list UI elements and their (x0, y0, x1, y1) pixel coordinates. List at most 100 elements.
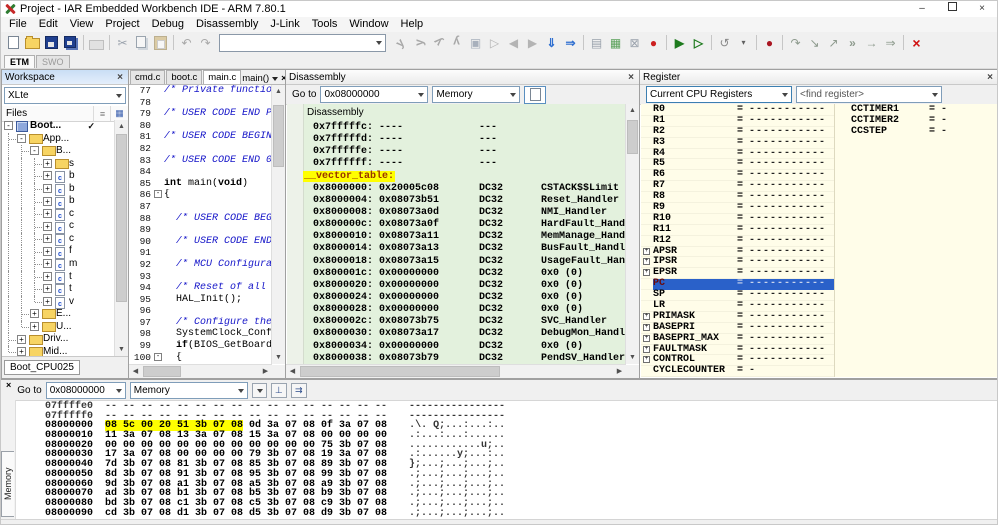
chevron-down-icon[interactable] (272, 77, 278, 81)
expand-plus-icon[interactable]: + (643, 258, 650, 265)
scroll-right-icon[interactable]: ▶ (259, 365, 272, 378)
tree-expand-icon[interactable]: + (43, 247, 52, 256)
tree-item[interactable]: +c (3, 233, 115, 246)
step-over-icon[interactable]: ↷ (787, 34, 804, 51)
expand-plus-icon[interactable]: + (643, 269, 650, 276)
editor-line[interactable]: 99 if(BIOS_GetBoard (130, 340, 272, 352)
editor-line[interactable]: 78 (130, 97, 272, 109)
nav-fork-cursor-icon[interactable]: y (425, 30, 449, 54)
stop-debugging-icon[interactable]: × (908, 34, 925, 51)
disassembly-row[interactable]: 0x8000010: 0x08073a11DC32MemManage_Hand (303, 231, 626, 243)
nav-fork-list-icon[interactable]: y (448, 34, 465, 51)
disassembly-row[interactable]: 0x7ffffff: ------- (303, 158, 626, 170)
tree-item[interactable]: +E... (3, 308, 115, 321)
go-icon[interactable]: ⇒ (882, 34, 899, 51)
tree-expand-icon[interactable]: + (30, 322, 39, 331)
maximize-button[interactable] (937, 1, 967, 17)
run-to-cursor-icon[interactable]: → (863, 34, 880, 51)
memory-side-tab[interactable]: Memory (1, 451, 14, 517)
nav-fork-right-icon[interactable]: y (410, 34, 427, 51)
minimize-button[interactable]: – (907, 1, 937, 17)
editor-line[interactable]: 96 (130, 305, 272, 317)
download-make-icon[interactable]: ⇓ (543, 34, 560, 51)
expand-plus-icon[interactable]: + (643, 346, 650, 353)
editor-line[interactable]: 82 (130, 143, 272, 155)
disassembly-row[interactable]: 0x8000008: 0x08073a0dDC32NMI_Handler (303, 207, 626, 219)
tree-item[interactable]: +U... (3, 321, 115, 334)
menu-item-window[interactable]: Window (343, 17, 394, 32)
code-editor[interactable]: 77/* Private functio7879/* USER CODE END… (130, 85, 272, 364)
tree-expand-icon[interactable]: + (43, 222, 52, 231)
tab-swo[interactable]: SWO (36, 55, 70, 68)
tree-item[interactable]: -B... (3, 145, 115, 158)
disassembly-row[interactable]: 0x8000034: 0x00000000DC320x0 (0) (303, 341, 626, 353)
disassembly-row[interactable]: 0x8000004: 0x08073b51DC32Reset_Handler (303, 195, 626, 207)
disassembly-goto-combo[interactable]: 0x08000000 (320, 86, 428, 103)
disassembly-mode-combo[interactable]: Memory (432, 86, 520, 103)
editor-line[interactable]: 92 /* MCU Configura (130, 259, 272, 271)
tree-item[interactable]: +f (3, 245, 115, 258)
tree-item[interactable]: +c (3, 220, 115, 233)
disassembly-row[interactable]: 0x7fffffc: ------- (303, 122, 626, 134)
editor-line[interactable]: 90 /* USER CODE END (130, 236, 272, 248)
menu-item-disassembly[interactable]: Disassembly (190, 17, 264, 32)
menu-item-tools[interactable]: Tools (306, 17, 344, 32)
workspace-close-icon[interactable]: × (115, 72, 125, 83)
disassembly-row[interactable]: 0x8000024: 0x00000000DC320x0 (0) (303, 292, 626, 304)
register-row[interactable]: CCSTEP=- (835, 127, 997, 138)
option-column-icon[interactable]: ≡ (93, 106, 111, 121)
save-all-icon[interactable] (62, 34, 79, 51)
editor-line[interactable]: 88 /* USER CODE BEG (130, 213, 272, 225)
reset-icon[interactable]: ↺ (716, 34, 733, 51)
scroll-thumb[interactable] (116, 134, 127, 302)
print-icon[interactable] (88, 34, 105, 51)
tree-expand-icon[interactable]: + (43, 297, 52, 306)
editor-line[interactable]: 86-{ (130, 189, 272, 201)
scroll-thumb[interactable] (300, 366, 500, 377)
editor-line[interactable]: 83/* USER CODE END 0 (130, 155, 272, 167)
tree-item[interactable]: -App... (3, 133, 115, 146)
editor-line[interactable]: 79/* USER CODE END P (130, 108, 272, 120)
quick-search-combo[interactable] (219, 34, 386, 52)
editor-line[interactable]: 97 /* Configure the (130, 317, 272, 329)
editor-line[interactable]: 91 (130, 247, 272, 259)
editor-line[interactable]: 84 (130, 166, 272, 178)
bar-arrow-icon[interactable]: ⊥ (271, 383, 287, 398)
disassembly-row[interactable]: 0x8000018: 0x08073a15DC32UsageFault_Han (303, 256, 626, 268)
tree-expand-icon[interactable]: + (43, 284, 52, 293)
breakpoint-margin[interactable] (287, 104, 304, 364)
tree-item[interactable]: +t (3, 283, 115, 296)
tree-item[interactable]: +b (3, 183, 115, 196)
menu-item-j-link[interactable]: J-Link (264, 17, 305, 32)
editor-line[interactable]: 95 HAL_Init(); (130, 294, 272, 306)
scroll-left-icon[interactable]: ◀ (286, 365, 299, 378)
expand-plus-icon[interactable]: + (643, 248, 650, 255)
disassembly-row[interactable]: 0x800002c: 0x08073b75DC32SVC_Handler (303, 316, 626, 328)
step-out-icon[interactable]: ↗ (825, 34, 842, 51)
break-icon[interactable]: ● (761, 34, 778, 51)
tree-item[interactable]: +b (3, 170, 115, 183)
tree-expand-icon[interactable]: + (43, 272, 52, 281)
tree-collapse-icon[interactable]: - (30, 146, 39, 155)
tree-item-project[interactable]: -Boot...✓ (3, 120, 115, 133)
tab-boot-cpu025[interactable]: Boot_CPU025 (4, 360, 80, 375)
fold-collapse-icon[interactable]: - (154, 353, 162, 361)
scroll-down-icon[interactable]: ▼ (626, 351, 639, 364)
scroll-down-icon[interactable]: ▼ (272, 351, 285, 364)
expand-plus-icon[interactable]: + (643, 313, 650, 320)
tree-expand-icon[interactable]: + (43, 171, 52, 180)
tree-expand-icon[interactable]: + (17, 347, 26, 356)
scroll-down-icon[interactable]: ▼ (115, 343, 128, 356)
workspace-scrollbar[interactable]: ▲ ▼ (114, 120, 128, 356)
disassembly-row[interactable]: 0x8000020: 0x00000000DC320x0 (0) (303, 280, 626, 292)
expand-plus-icon[interactable]: + (643, 324, 650, 331)
disassembly-row[interactable]: 0x8000028: 0x00000000DC320x0 (0) (303, 304, 626, 316)
register-group-combo[interactable]: Current CPU Registers (646, 86, 792, 103)
tab-etm[interactable]: ETM (4, 55, 35, 68)
tree-expand-icon[interactable]: + (43, 184, 52, 193)
memory-window-button[interactable] (524, 86, 546, 104)
editor-line[interactable]: 87 (130, 201, 272, 213)
expand-plus-icon[interactable]: + (643, 356, 650, 363)
tree-collapse-icon[interactable]: - (4, 121, 13, 130)
editor-line[interactable]: 98 SystemClock_Conf (130, 328, 272, 340)
